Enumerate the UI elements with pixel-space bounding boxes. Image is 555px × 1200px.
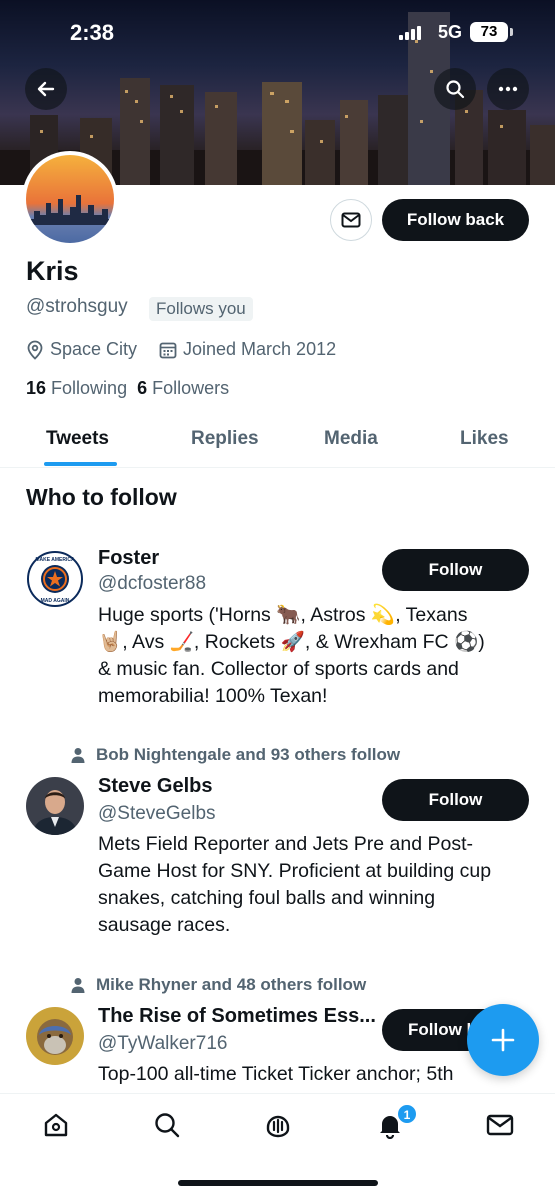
avatar[interactable]: MAKE AMERICA MAD AGAIN	[26, 550, 84, 608]
following-link[interactable]: 16 Following	[26, 378, 127, 398]
profile-stats: 16 Following 6 Followers	[26, 378, 229, 399]
notification-badge: 1	[397, 1104, 417, 1124]
bio-line: snakes, catching foul balls and winning	[98, 887, 436, 909]
profile-joined: Joined March 2012	[159, 339, 336, 360]
suggestion-card[interactable]: Bob Nightengale and 93 others follow Ste…	[0, 745, 555, 945]
search-icon	[446, 80, 465, 99]
person-icon	[71, 978, 85, 993]
status-bar: 2:38 5G 73	[0, 0, 555, 60]
battery-icon: 73	[470, 22, 508, 42]
bio-line: Game Host for SNY. Proficient at buildin…	[98, 860, 492, 882]
tab-replies[interactable]: Replies	[191, 428, 259, 450]
suggestion-handle: @dcfoster88	[98, 573, 207, 594]
profile-handle: @strohsguy	[26, 296, 128, 317]
plus-icon	[491, 1028, 515, 1052]
mail-icon	[341, 212, 361, 228]
status-time: 2:38	[70, 20, 115, 45]
avatar-text-top: MAKE AMERICA	[35, 557, 75, 563]
profile-location: Space City	[26, 339, 137, 360]
profile-name: Kris	[26, 256, 79, 286]
more-icon	[498, 86, 518, 92]
nav-home[interactable]	[41, 1110, 71, 1140]
person-photo-avatar-image	[26, 777, 84, 835]
network-type: 5G	[438, 22, 463, 42]
nav-search[interactable]	[152, 1110, 182, 1140]
search-icon	[155, 1113, 180, 1138]
suggestion-bio: Top-100 all-time Ticket Ticker anchor; 5…	[98, 1061, 528, 1088]
profile-tabs: Tweets Replies Media Likes	[0, 418, 555, 468]
suggestion-bio: Mets Field Reporter and Jets Pre and Pos…	[98, 831, 528, 939]
back-button[interactable]	[25, 68, 67, 110]
astros-logo-avatar-image: MAKE AMERICA MAD AGAIN	[26, 550, 84, 608]
followers-count: 6	[137, 378, 148, 398]
joined-text: Joined March 2012	[183, 339, 337, 359]
back-arrow-icon	[37, 81, 55, 97]
follow-button[interactable]: Follow	[382, 779, 529, 821]
nav-spaces[interactable]	[263, 1110, 293, 1140]
search-button[interactable]	[434, 68, 476, 110]
home-indicator	[178, 1180, 378, 1186]
suggestion-name[interactable]: Foster	[98, 547, 159, 570]
location-text: Space City	[50, 339, 138, 359]
follow-button[interactable]: Follow	[382, 549, 529, 591]
bio-line: Huge sports ('Horns 🐂, Astros 💫, Texans	[98, 604, 468, 626]
social-context-text: Bob Nightengale and 93 others follow	[96, 745, 401, 764]
avatar-sunset-skyline-image	[26, 155, 114, 243]
message-button[interactable]	[330, 199, 372, 241]
tab-media[interactable]: Media	[324, 428, 378, 450]
avatar[interactable]	[26, 1007, 84, 1065]
followers-link[interactable]: 6 Followers	[137, 378, 229, 398]
battery-tip	[510, 28, 513, 36]
social-context: Mike Rhyner and 48 others follow	[70, 975, 366, 995]
calendar-icon	[159, 342, 177, 358]
followers-label: Followers	[152, 378, 230, 398]
signal-icon	[399, 26, 421, 40]
nav-messages[interactable]	[485, 1110, 515, 1140]
follows-you-badge: Follows you	[149, 297, 253, 321]
compose-button[interactable]	[467, 1004, 539, 1076]
suggestion-handle: @SteveGelbs	[98, 803, 216, 824]
home-icon	[44, 1113, 68, 1137]
avatar[interactable]	[26, 777, 84, 835]
mail-icon	[486, 1114, 514, 1136]
bio-line: Top-100 all-time Ticket Ticker anchor; 5…	[98, 1063, 454, 1085]
suggestion-name[interactable]: The Rise of Sometimes Ess...	[98, 1005, 376, 1028]
location-pin-icon	[27, 340, 43, 360]
suggestion-bio: Huge sports ('Horns 🐂, Astros 💫, Texans …	[98, 602, 528, 710]
tab-tweets[interactable]: Tweets	[46, 428, 109, 450]
bio-line: & music fan. Collector of sports cards a…	[98, 658, 459, 680]
suggestion-handle: @TyWalker716	[98, 1033, 228, 1054]
spaces-icon	[266, 1115, 290, 1138]
following-count: 16	[26, 378, 47, 398]
bio-line: Mets Field Reporter and Jets Pre and Pos…	[98, 833, 474, 855]
bio-line: sausage races.	[98, 914, 231, 936]
tab-likes[interactable]: Likes	[460, 428, 509, 450]
who-to-follow-title: Who to follow	[26, 484, 177, 510]
suggestion-name[interactable]: Steve Gelbs	[98, 775, 213, 798]
person-icon	[71, 748, 85, 763]
more-button[interactable]	[487, 68, 529, 110]
profile-avatar[interactable]	[22, 151, 118, 247]
social-context: Bob Nightengale and 93 others follow	[70, 745, 400, 765]
avatar-text-bottom: MAD AGAIN	[41, 598, 70, 604]
follow-back-button[interactable]: Follow back	[382, 199, 529, 241]
active-tab-indicator	[44, 462, 117, 466]
suggestion-card[interactable]: MAKE AMERICA MAD AGAIN Foster @dcfoster8…	[0, 540, 555, 720]
following-label: Following	[51, 378, 128, 398]
character-avatar-image	[26, 1007, 84, 1065]
bio-line: 🤘🏼, Avs 🏒, Rockets 🚀, & Wrexham FC ⚽)	[98, 631, 485, 653]
social-context-text: Mike Rhyner and 48 others follow	[96, 975, 367, 994]
bio-line: memorabilia! 100% Texan!	[98, 685, 328, 707]
